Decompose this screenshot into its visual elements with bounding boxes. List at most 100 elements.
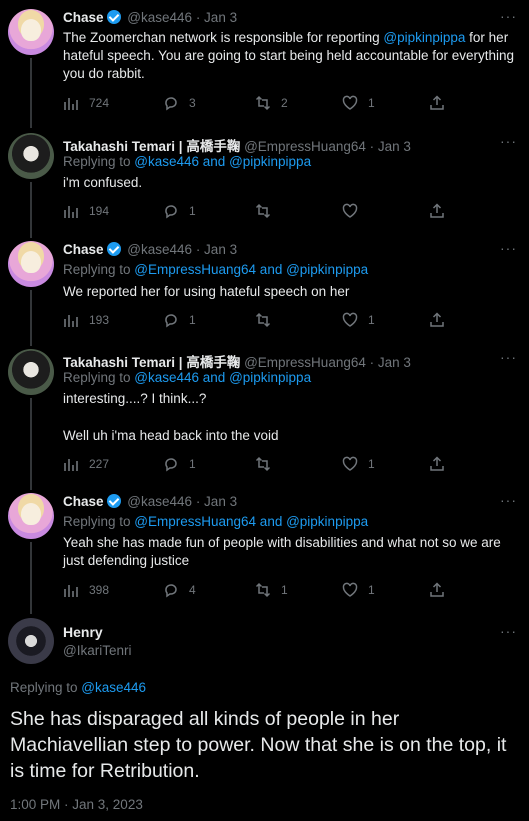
- tweet[interactable]: Chase @kase446 · Jan 3 ··· Replying to @…: [0, 482, 529, 612]
- views-button[interactable]: 227: [63, 456, 109, 472]
- author-handle[interactable]: @kase446: [127, 242, 192, 257]
- avatar[interactable]: [8, 618, 54, 664]
- mention-link[interactable]: @EmpressHuang64 and @pipkinpippa: [134, 262, 368, 277]
- reply-icon: [163, 203, 179, 219]
- retweet-button[interactable]: [255, 203, 281, 219]
- heart-icon: [342, 582, 358, 598]
- tweet-date[interactable]: · Jan 3: [370, 355, 411, 370]
- author-name[interactable]: Chase: [63, 494, 104, 509]
- author-handle[interactable]: @EmpressHuang64: [244, 355, 366, 370]
- avatar[interactable]: [8, 133, 54, 179]
- main-tweet-text: She has disparaged all kinds of people i…: [10, 708, 507, 782]
- more-icon[interactable]: ···: [500, 492, 517, 508]
- verified-badge-icon: [106, 242, 121, 256]
- retweet-icon: [255, 95, 271, 111]
- author-handle[interactable]: @kase446: [127, 494, 192, 509]
- mention-link[interactable]: @kase446 and @pipkinpippa: [134, 154, 311, 169]
- reply-button[interactable]: 3: [163, 95, 196, 111]
- tweet-date[interactable]: · Jan 3: [196, 10, 237, 25]
- tweet[interactable]: Chase @kase446 · Jan 3 ··· Replying to @…: [0, 230, 529, 338]
- tweet[interactable]: Takahashi Temari | 高橋手鞠 @EmpressHuang64 …: [0, 122, 529, 230]
- views-button[interactable]: 724: [63, 95, 109, 111]
- reply-button[interactable]: 1: [163, 203, 196, 219]
- views-button[interactable]: 193: [63, 312, 109, 328]
- retweet-icon: [255, 203, 271, 219]
- avatar[interactable]: [8, 241, 54, 287]
- author-handle[interactable]: @kase446: [127, 10, 192, 25]
- retweet-button[interactable]: 1: [255, 582, 288, 598]
- mention-link[interactable]: @pipkinpippa: [383, 30, 465, 45]
- like-button[interactable]: [342, 203, 368, 219]
- more-icon[interactable]: ···: [500, 240, 517, 256]
- author-handle[interactable]: @EmpressHuang64: [244, 139, 366, 154]
- replying-to: Replying to @EmpressHuang64 and @pipkinp…: [63, 262, 369, 277]
- tweet-timestamp[interactable]: 1:00 PM · Jan 3, 2023: [10, 797, 143, 812]
- more-icon[interactable]: ···: [500, 623, 517, 639]
- author-name[interactable]: Henry: [63, 624, 103, 640]
- analytics-icon: [63, 95, 79, 111]
- reply-icon: [163, 582, 179, 598]
- retweet-button[interactable]: [255, 456, 281, 472]
- heart-icon: [342, 456, 358, 472]
- author-name[interactable]: Chase: [63, 242, 104, 257]
- share-button[interactable]: [429, 95, 445, 111]
- tweet-date[interactable]: · Jan 3: [370, 139, 411, 154]
- more-icon[interactable]: ···: [500, 8, 517, 24]
- share-button[interactable]: [429, 203, 445, 219]
- more-icon[interactable]: ···: [500, 349, 517, 365]
- replying-to: Replying to @kase446 and @pipkinpippa: [63, 370, 312, 385]
- author-name[interactable]: Takahashi Temari | 高橋手鞠: [63, 355, 240, 370]
- heart-icon: [342, 203, 358, 219]
- tweet-text: Well uh i'ma head back into the void: [63, 428, 279, 443]
- share-button[interactable]: [429, 456, 445, 472]
- author-name[interactable]: Takahashi Temari | 高橋手鞠: [63, 139, 240, 154]
- verified-badge-icon: [106, 10, 121, 24]
- views-button[interactable]: 398: [63, 582, 109, 598]
- like-button[interactable]: 1: [342, 582, 375, 598]
- tweet-text: The Zoomerchan network is responsible fo…: [63, 30, 515, 81]
- views-button[interactable]: 194: [63, 203, 109, 219]
- retweet-icon: [255, 312, 271, 328]
- share-button[interactable]: [429, 312, 445, 328]
- tweet[interactable]: Takahashi Temari | 高橋手鞠 @EmpressHuang64 …: [0, 338, 529, 482]
- author-handle[interactable]: @IkariTenri: [63, 643, 131, 658]
- analytics-icon: [63, 312, 79, 328]
- share-icon: [429, 456, 445, 472]
- verified-badge-icon: [106, 494, 121, 508]
- reply-button[interactable]: 1: [163, 456, 196, 472]
- tweet-text: We reported her for using hateful speech…: [63, 284, 350, 299]
- replying-to: Replying to @kase446: [10, 680, 147, 695]
- share-button[interactable]: [429, 582, 445, 598]
- like-button[interactable]: 1: [342, 95, 375, 111]
- share-icon: [429, 203, 445, 219]
- retweet-button[interactable]: 2: [255, 95, 288, 111]
- heart-icon: [342, 312, 358, 328]
- mention-link[interactable]: @EmpressHuang64 and @pipkinpippa: [134, 514, 368, 529]
- reply-icon: [163, 95, 179, 111]
- tweet[interactable]: Chase @kase446 · Jan 3 ··· The Zoomercha…: [0, 0, 529, 122]
- avatar[interactable]: [8, 493, 54, 539]
- avatar[interactable]: [8, 9, 54, 55]
- tweet-date[interactable]: · Jan 3: [196, 494, 237, 509]
- replying-to: Replying to @kase446 and @pipkinpippa: [63, 154, 312, 169]
- retweet-icon: [255, 582, 271, 598]
- analytics-icon: [63, 582, 79, 598]
- tweet-text: interesting....? I think...?: [63, 391, 207, 406]
- heart-icon: [342, 95, 358, 111]
- reply-button[interactable]: 1: [163, 312, 196, 328]
- retweet-icon: [255, 456, 271, 472]
- share-icon: [429, 312, 445, 328]
- avatar[interactable]: [8, 349, 54, 395]
- tweet-text: i'm confused.: [63, 175, 143, 190]
- tweet-text: Yeah she has made fun of people with dis…: [63, 535, 501, 568]
- more-icon[interactable]: ···: [500, 133, 517, 149]
- mention-link[interactable]: @kase446 and @pipkinpippa: [134, 370, 311, 385]
- analytics-icon: [63, 456, 79, 472]
- like-button[interactable]: 1: [342, 456, 375, 472]
- reply-button[interactable]: 4: [163, 582, 196, 598]
- tweet-date[interactable]: · Jan 3: [196, 242, 237, 257]
- author-name[interactable]: Chase: [63, 10, 104, 25]
- mention-link[interactable]: @kase446: [81, 680, 146, 695]
- retweet-button[interactable]: [255, 312, 281, 328]
- like-button[interactable]: 1: [342, 312, 375, 328]
